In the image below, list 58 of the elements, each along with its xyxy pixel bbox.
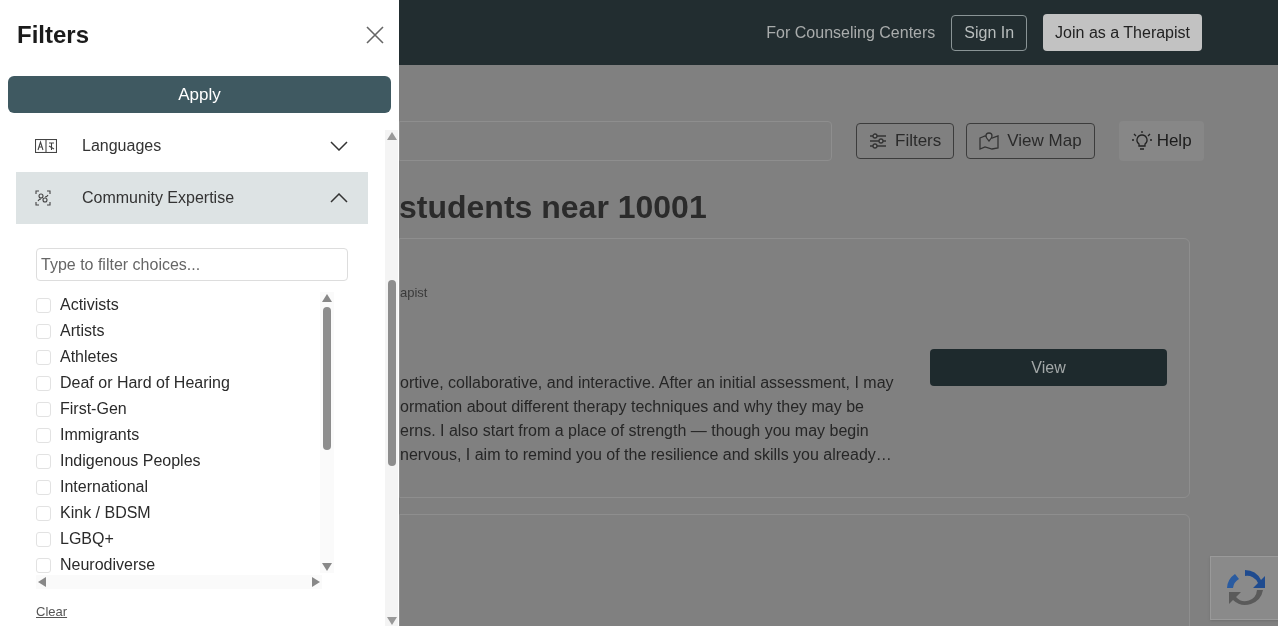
checkbox[interactable] xyxy=(36,453,51,469)
help-button[interactable]: Help xyxy=(1118,121,1204,161)
checkbox[interactable] xyxy=(36,375,51,391)
scroll-up-icon[interactable] xyxy=(322,294,332,302)
checkbox[interactable] xyxy=(36,479,51,495)
sign-in-button[interactable]: Sign In xyxy=(951,14,1028,51)
nav-link[interactable]: For Counseling Centers xyxy=(766,20,936,45)
checkbox[interactable] xyxy=(36,401,51,417)
join-button[interactable]: Join as a Therapist xyxy=(1043,14,1202,51)
apply-button[interactable]: Apply xyxy=(8,76,391,113)
scrollbar-thumb[interactable] xyxy=(387,280,396,466)
checkbox[interactable] xyxy=(36,349,51,365)
checkbox[interactable] xyxy=(36,505,51,521)
view-button[interactable]: View xyxy=(930,349,1167,386)
filter-section-header[interactable]: Languages xyxy=(16,120,368,172)
therapist-description: ortive, collaborative, and interactive. After an initial assessment, I may ormation about different therapy techniques and why they may be erns. I also start from a place of strength — though you may begin nervous, I aim to remind you of the resilience and skills you already… xyxy=(400,373,894,465)
checkbox[interactable] xyxy=(36,531,51,547)
scroll-left-icon[interactable] xyxy=(38,577,46,587)
view-map-button[interactable]: View Map xyxy=(966,123,1095,159)
option-label[interactable]: LGBQ+ xyxy=(60,527,114,551)
option-label[interactable]: Indigenous Peoples xyxy=(60,449,201,473)
option-label[interactable]: Immigrants xyxy=(60,423,140,447)
search-field[interactable] xyxy=(399,121,832,161)
lightbulb-icon xyxy=(1130,131,1153,151)
close-icon[interactable] xyxy=(365,25,385,45)
horizontal-scrollbar[interactable] xyxy=(36,575,322,589)
checkbox[interactable] xyxy=(36,323,51,339)
scrollbar[interactable] xyxy=(320,292,334,573)
option-label[interactable]: First-Gen xyxy=(60,397,127,421)
checkbox[interactable] xyxy=(36,427,51,443)
checkbox[interactable] xyxy=(36,297,51,313)
option-label[interactable]: Activists xyxy=(60,293,119,317)
sliders-icon xyxy=(869,133,887,149)
people-icon xyxy=(35,190,51,206)
option-label[interactable]: Kink / BDSM xyxy=(60,501,151,525)
chevron-down-icon xyxy=(330,141,348,151)
results-heading: students near 10001 xyxy=(399,188,708,227)
drawer-scrollbar[interactable] xyxy=(385,130,398,626)
option-label[interactable]: Athletes xyxy=(60,345,118,369)
checkbox[interactable] xyxy=(36,557,51,573)
drawer-title: Filters xyxy=(17,20,90,50)
scroll-right-icon[interactable] xyxy=(312,577,320,587)
option-label[interactable]: Deaf or Hard of Hearing xyxy=(60,371,230,395)
translate-icon xyxy=(35,139,57,153)
chevron-up-icon xyxy=(330,193,348,203)
clear-link[interactable]: Clear xyxy=(36,602,68,622)
option-label[interactable]: Artists xyxy=(60,319,105,343)
scrollbar-thumb[interactable] xyxy=(323,307,331,450)
filter-section-header[interactable]: Community Expertise xyxy=(16,172,368,224)
scroll-up-icon[interactable] xyxy=(386,132,397,140)
scroll-down-icon[interactable] xyxy=(386,617,397,625)
option-label[interactable]: Neurodiverse xyxy=(60,553,156,577)
option-label[interactable]: International xyxy=(60,475,149,499)
filters-button[interactable]: Filters xyxy=(856,123,955,159)
scroll-down-icon[interactable] xyxy=(322,563,332,571)
filter-field[interactable]: Type to filter choices... xyxy=(36,248,348,281)
map-icon xyxy=(979,132,1000,150)
therapist-title: apist xyxy=(400,284,428,302)
